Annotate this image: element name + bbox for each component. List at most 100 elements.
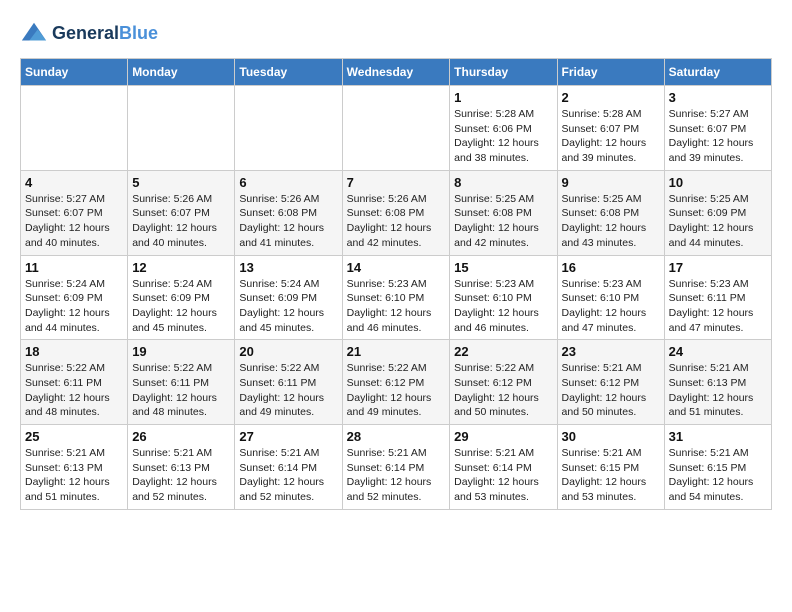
- day-number: 7: [347, 175, 446, 190]
- calendar-cell: [128, 86, 235, 171]
- day-info: Sunrise: 5:24 AMSunset: 6:09 PMDaylight:…: [132, 277, 230, 336]
- calendar-cell: 13 Sunrise: 5:24 AMSunset: 6:09 PMDayligh…: [235, 255, 342, 340]
- day-number: 6: [239, 175, 337, 190]
- day-info: Sunrise: 5:21 AMSunset: 6:14 PMDaylight:…: [454, 446, 552, 505]
- day-number: 28: [347, 429, 446, 444]
- calendar-cell: 5 Sunrise: 5:26 AMSunset: 6:07 PMDaylight…: [128, 170, 235, 255]
- day-number: 23: [562, 344, 660, 359]
- calendar-cell: 20Sunrise: 5:22 AMSunset: 6:11 PMDayligh…: [235, 340, 342, 425]
- day-info: Sunrise: 5:21 AMSunset: 6:14 PMDaylight:…: [239, 446, 337, 505]
- day-number: 30: [562, 429, 660, 444]
- calendar-cell: 11Sunrise: 5:24 AMSunset: 6:09 PMDayligh…: [21, 255, 128, 340]
- calendar-cell: 21 Sunrise: 5:22 AMSunset: 6:12 PMDayligh…: [342, 340, 450, 425]
- calendar-cell: 31 Sunrise: 5:21 AMSunset: 6:15 PMDayligh…: [664, 425, 771, 510]
- day-number: 12: [132, 260, 230, 275]
- calendar-week-2: 4 Sunrise: 5:27 AMSunset: 6:07 PMDaylight…: [21, 170, 772, 255]
- calendar-cell: 12 Sunrise: 5:24 AMSunset: 6:09 PMDayligh…: [128, 255, 235, 340]
- calendar-cell: 9 Sunrise: 5:25 AMSunset: 6:08 PMDaylight…: [557, 170, 664, 255]
- day-info: Sunrise: 5:23 AMSunset: 6:10 PMDaylight:…: [347, 277, 446, 336]
- day-info: Sunrise: 5:25 AMSunset: 6:08 PMDaylight:…: [454, 192, 552, 251]
- day-number: 26: [132, 429, 230, 444]
- weekday-header-thursday: Thursday: [450, 59, 557, 86]
- day-info: Sunrise: 5:23 AMSunset: 6:10 PMDaylight:…: [562, 277, 660, 336]
- calendar-cell: 19Sunrise: 5:22 AMSunset: 6:11 PMDayligh…: [128, 340, 235, 425]
- day-info: Sunrise: 5:21 AMSunset: 6:13 PMDaylight:…: [132, 446, 230, 505]
- day-info: Sunrise: 5:27 AMSunset: 6:07 PMDaylight:…: [669, 107, 767, 166]
- calendar-cell: 6 Sunrise: 5:26 AMSunset: 6:08 PMDaylight…: [235, 170, 342, 255]
- day-info: Sunrise: 5:21 AMSunset: 6:13 PMDaylight:…: [25, 446, 123, 505]
- calendar-week-3: 11Sunrise: 5:24 AMSunset: 6:09 PMDayligh…: [21, 255, 772, 340]
- page-header: GeneralBlue: [20, 20, 772, 48]
- calendar-week-1: 1Sunrise: 5:28 AMSunset: 6:06 PMDaylight…: [21, 86, 772, 171]
- calendar-cell: 26 Sunrise: 5:21 AMSunset: 6:13 PMDayligh…: [128, 425, 235, 510]
- day-number: 17: [669, 260, 767, 275]
- day-number: 4: [25, 175, 123, 190]
- day-info: Sunrise: 5:25 AMSunset: 6:08 PMDaylight:…: [562, 192, 660, 251]
- calendar-cell: 25 Sunrise: 5:21 AMSunset: 6:13 PMDayligh…: [21, 425, 128, 510]
- calendar-cell: 22 Sunrise: 5:22 AMSunset: 6:12 PMDayligh…: [450, 340, 557, 425]
- day-info: Sunrise: 5:28 AMSunset: 6:06 PMDaylight:…: [454, 107, 552, 166]
- day-number: 8: [454, 175, 552, 190]
- day-number: 9: [562, 175, 660, 190]
- calendar-cell: 28 Sunrise: 5:21 AMSunset: 6:14 PMDayligh…: [342, 425, 450, 510]
- day-info: Sunrise: 5:23 AMSunset: 6:11 PMDaylight:…: [669, 277, 767, 336]
- day-info: Sunrise: 5:21 AMSunset: 6:15 PMDaylight:…: [562, 446, 660, 505]
- day-info: Sunrise: 5:26 AMSunset: 6:07 PMDaylight:…: [132, 192, 230, 251]
- calendar-cell: 27Sunrise: 5:21 AMSunset: 6:14 PMDayligh…: [235, 425, 342, 510]
- calendar-cell: [342, 86, 450, 171]
- day-number: 14: [347, 260, 446, 275]
- calendar-cell: 16 Sunrise: 5:23 AMSunset: 6:10 PMDayligh…: [557, 255, 664, 340]
- calendar-cell: 10Sunrise: 5:25 AMSunset: 6:09 PMDayligh…: [664, 170, 771, 255]
- weekday-header-row: SundayMondayTuesdayWednesdayThursdayFrid…: [21, 59, 772, 86]
- day-number: 25: [25, 429, 123, 444]
- calendar-cell: 1Sunrise: 5:28 AMSunset: 6:06 PMDaylight…: [450, 86, 557, 171]
- calendar-week-5: 25 Sunrise: 5:21 AMSunset: 6:13 PMDayligh…: [21, 425, 772, 510]
- calendar-cell: 30 Sunrise: 5:21 AMSunset: 6:15 PMDayligh…: [557, 425, 664, 510]
- calendar-cell: 3 Sunrise: 5:27 AMSunset: 6:07 PMDaylight…: [664, 86, 771, 171]
- weekday-header-tuesday: Tuesday: [235, 59, 342, 86]
- calendar-cell: 4 Sunrise: 5:27 AMSunset: 6:07 PMDaylight…: [21, 170, 128, 255]
- weekday-header-saturday: Saturday: [664, 59, 771, 86]
- weekday-header-wednesday: Wednesday: [342, 59, 450, 86]
- day-info: Sunrise: 5:22 AMSunset: 6:11 PMDaylight:…: [132, 361, 230, 420]
- day-number: 13: [239, 260, 337, 275]
- calendar-table: SundayMondayTuesdayWednesdayThursdayFrid…: [20, 58, 772, 510]
- day-info: Sunrise: 5:22 AMSunset: 6:12 PMDaylight:…: [454, 361, 552, 420]
- calendar-cell: 18 Sunrise: 5:22 AMSunset: 6:11 PMDayligh…: [21, 340, 128, 425]
- day-number: 29: [454, 429, 552, 444]
- calendar-cell: 29 Sunrise: 5:21 AMSunset: 6:14 PMDayligh…: [450, 425, 557, 510]
- day-number: 24: [669, 344, 767, 359]
- logo-icon: [20, 20, 48, 48]
- day-number: 16: [562, 260, 660, 275]
- calendar-cell: [235, 86, 342, 171]
- day-number: 15: [454, 260, 552, 275]
- day-info: Sunrise: 5:26 AMSunset: 6:08 PMDaylight:…: [239, 192, 337, 251]
- day-info: Sunrise: 5:28 AMSunset: 6:07 PMDaylight:…: [562, 107, 660, 166]
- day-info: Sunrise: 5:22 AMSunset: 6:12 PMDaylight:…: [347, 361, 446, 420]
- day-number: 31: [669, 429, 767, 444]
- day-info: Sunrise: 5:26 AMSunset: 6:08 PMDaylight:…: [347, 192, 446, 251]
- calendar-cell: 15 Sunrise: 5:23 AMSunset: 6:10 PMDayligh…: [450, 255, 557, 340]
- day-info: Sunrise: 5:21 AMSunset: 6:13 PMDaylight:…: [669, 361, 767, 420]
- day-info: Sunrise: 5:21 AMSunset: 6:14 PMDaylight:…: [347, 446, 446, 505]
- weekday-header-sunday: Sunday: [21, 59, 128, 86]
- day-info: Sunrise: 5:24 AMSunset: 6:09 PMDaylight:…: [239, 277, 337, 336]
- calendar-cell: 24 Sunrise: 5:21 AMSunset: 6:13 PMDayligh…: [664, 340, 771, 425]
- day-number: 22: [454, 344, 552, 359]
- day-number: 5: [132, 175, 230, 190]
- day-info: Sunrise: 5:22 AMSunset: 6:11 PMDaylight:…: [239, 361, 337, 420]
- calendar-body: 1Sunrise: 5:28 AMSunset: 6:06 PMDaylight…: [21, 86, 772, 510]
- day-info: Sunrise: 5:21 AMSunset: 6:15 PMDaylight:…: [669, 446, 767, 505]
- day-info: Sunrise: 5:27 AMSunset: 6:07 PMDaylight:…: [25, 192, 123, 251]
- calendar-week-4: 18 Sunrise: 5:22 AMSunset: 6:11 PMDayligh…: [21, 340, 772, 425]
- day-number: 18: [25, 344, 123, 359]
- calendar-cell: 2Sunrise: 5:28 AMSunset: 6:07 PMDaylight…: [557, 86, 664, 171]
- calendar-cell: 14 Sunrise: 5:23 AMSunset: 6:10 PMDayligh…: [342, 255, 450, 340]
- day-info: Sunrise: 5:22 AMSunset: 6:11 PMDaylight:…: [25, 361, 123, 420]
- calendar-cell: [21, 86, 128, 171]
- calendar-cell: 8 Sunrise: 5:25 AMSunset: 6:08 PMDaylight…: [450, 170, 557, 255]
- day-info: Sunrise: 5:23 AMSunset: 6:10 PMDaylight:…: [454, 277, 552, 336]
- day-info: Sunrise: 5:24 AMSunset: 6:09 PMDaylight:…: [25, 277, 123, 336]
- day-number: 3: [669, 90, 767, 105]
- day-number: 21: [347, 344, 446, 359]
